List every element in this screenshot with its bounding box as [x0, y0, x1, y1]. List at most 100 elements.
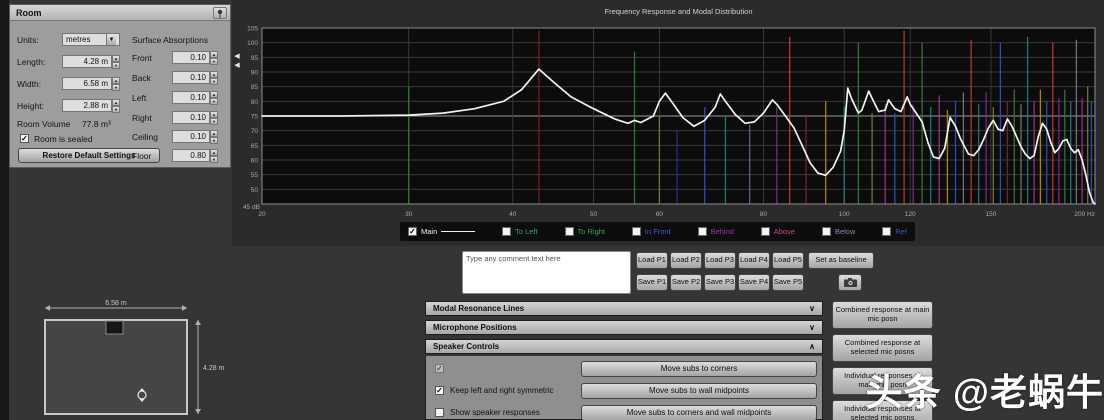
svg-text:60: 60 [656, 211, 664, 218]
legend-item-main[interactable]: ✓ Main [408, 227, 475, 236]
svg-text:Frequency Response and Modal D: Frequency Response and Modal Distributio… [605, 7, 753, 16]
room-depth-dimension: 4.28 m [203, 365, 225, 372]
legend-label: Ref [895, 227, 907, 236]
svg-text:75: 75 [251, 114, 259, 121]
load-p4-button[interactable]: Load P4 [738, 252, 770, 269]
save-p2-button[interactable]: Save P2 [670, 274, 702, 291]
pin-button[interactable] [213, 7, 227, 19]
set-as-baseline-button[interactable]: Set as baseline [808, 252, 874, 269]
legend-label: Main [421, 227, 437, 236]
height-stepper[interactable]: ▲▼ [112, 99, 120, 112]
section-speaker-controls[interactable]: Speaker Controls ∧ [425, 339, 823, 354]
absorption-ceiling-field[interactable]: 0.10 [172, 130, 210, 143]
absorption-ceiling-stepper[interactable]: ▲▼ [210, 130, 218, 143]
absorption-left-stepper[interactable]: ▲▼ [210, 91, 218, 104]
chevron-down-icon[interactable]: ▼ [106, 34, 116, 45]
room-top-view-diagram: 6.58 m 4.28 m [18, 298, 228, 420]
save-p4-button[interactable]: Save P4 [738, 274, 770, 291]
legend-label: Above [774, 227, 795, 236]
room-panel: Room Units: metres ▼ Length: 4.28 m ▲▼ W… [9, 4, 231, 168]
legend-label: In Front [645, 227, 671, 236]
combined-response-main-button[interactable]: Combined response at main mic posn [832, 301, 933, 329]
left-edge-strip [0, 0, 9, 420]
comment-input[interactable] [462, 251, 631, 294]
absorption-left-field[interactable]: 0.10 [172, 91, 210, 104]
section-modal-resonance-lines[interactable]: Modal Resonance Lines ∨ [425, 301, 823, 316]
below-checkbox[interactable] [822, 227, 831, 236]
absorption-ceiling-label: Ceiling [132, 132, 158, 142]
room-sim-window: Room Units: metres ▼ Length: 4.28 m ▲▼ W… [0, 0, 1104, 420]
behind-checkbox[interactable] [698, 227, 707, 236]
room-panel-title: Room [10, 5, 230, 21]
absorption-back-field[interactable]: 0.10 [172, 71, 210, 84]
to-left-checkbox[interactable] [502, 227, 511, 236]
load-p3-button[interactable]: Load P3 [704, 252, 736, 269]
absorption-front-field[interactable]: 0.10 [172, 51, 210, 64]
length-field[interactable]: 4.28 m [62, 55, 112, 68]
height-field[interactable]: 2.88 m [62, 99, 112, 112]
subwoofer-marker [106, 321, 123, 334]
absorption-front-stepper[interactable]: ▲▼ [210, 51, 218, 64]
legend-item-to-right[interactable]: To Right [565, 227, 606, 236]
capture-image-button[interactable] [838, 274, 862, 291]
absorption-left-label: Left [132, 93, 146, 103]
height-label: Height: [17, 101, 44, 111]
absorption-floor-stepper[interactable]: ▲▼ [210, 149, 218, 162]
width-label: Width: [17, 79, 41, 89]
keep-symmetric-checkbox[interactable]: ✓ [435, 386, 444, 395]
absorption-floor-field[interactable]: 0.80 [172, 149, 210, 162]
load-p1-button[interactable]: Load P1 [636, 252, 668, 269]
absorption-front-label: Front [132, 53, 152, 63]
chevron-up-icon: ∧ [809, 342, 815, 351]
legend-item-below[interactable]: Below [822, 227, 855, 236]
legend-item-above[interactable]: Above [761, 227, 795, 236]
svg-text:100: 100 [247, 40, 258, 47]
main-line-swatch [441, 231, 475, 232]
legend-item-in-front[interactable]: In Front [632, 227, 671, 236]
svg-text:120: 120 [905, 211, 916, 218]
section-microphone-positions[interactable]: Microphone Positions ∨ [425, 320, 823, 335]
room-sealed-checkbox[interactable]: ✓ [20, 134, 29, 143]
show-speaker-responses-checkbox[interactable] [435, 408, 444, 417]
main-checkbox[interactable]: ✓ [408, 227, 417, 236]
absorption-right-label: Right [132, 113, 152, 123]
absorption-right-stepper[interactable]: ▲▼ [210, 111, 218, 124]
length-stepper[interactable]: ▲▼ [112, 55, 120, 68]
in-front-checkbox[interactable] [632, 227, 641, 236]
speaker-option-1-checkbox[interactable]: ✓ [435, 364, 444, 373]
width-field[interactable]: 6.58 m [62, 77, 112, 90]
save-p3-button[interactable]: Save P3 [704, 274, 736, 291]
svg-text:45 dB: 45 dB [243, 204, 260, 211]
absorption-floor-label: Floor [132, 151, 151, 161]
legend-item-to-left[interactable]: To Left [502, 227, 538, 236]
svg-text:200 Hz: 200 Hz [1074, 211, 1095, 218]
save-p5-button[interactable]: Save P5 [772, 274, 804, 291]
width-stepper[interactable]: ▲▼ [112, 77, 120, 90]
room-sealed-label: Room is sealed [34, 134, 93, 144]
absorption-back-stepper[interactable]: ▲▼ [210, 71, 218, 84]
svg-text:30: 30 [405, 211, 413, 218]
frequency-response-chart[interactable]: 5055606570758085909510010545 dB203040506… [232, 0, 1104, 246]
above-checkbox[interactable] [761, 227, 770, 236]
svg-text:80: 80 [251, 99, 259, 106]
svg-text:70: 70 [251, 128, 259, 135]
svg-text:105: 105 [247, 26, 258, 33]
legend-label: Behind [711, 227, 734, 236]
combined-response-selected-button[interactable]: Combined response at selected mic posns [832, 334, 933, 362]
ref-checkbox[interactable] [882, 227, 891, 236]
svg-text:50: 50 [590, 211, 598, 218]
surface-absorptions-title: Surface Absorptions [132, 35, 208, 45]
save-p1-button[interactable]: Save P1 [636, 274, 668, 291]
units-select[interactable]: metres ▼ [62, 33, 120, 46]
load-p5-button[interactable]: Load P5 [772, 252, 804, 269]
load-p2-button[interactable]: Load P2 [670, 252, 702, 269]
move-subs-to-wall-midpoints-button[interactable]: Move subs to wall midpoints [581, 383, 817, 399]
camera-icon [844, 278, 857, 287]
legend-item-behind[interactable]: Behind [698, 227, 734, 236]
move-subs-combined-button[interactable]: Move subs to corners and wall midpoints [581, 405, 817, 420]
units-label: Units: [17, 35, 39, 45]
absorption-right-field[interactable]: 0.10 [172, 111, 210, 124]
legend-item-ref[interactable]: Ref [882, 227, 907, 236]
to-right-checkbox[interactable] [565, 227, 574, 236]
move-subs-to-corners-button[interactable]: Move subs to corners [581, 361, 817, 377]
